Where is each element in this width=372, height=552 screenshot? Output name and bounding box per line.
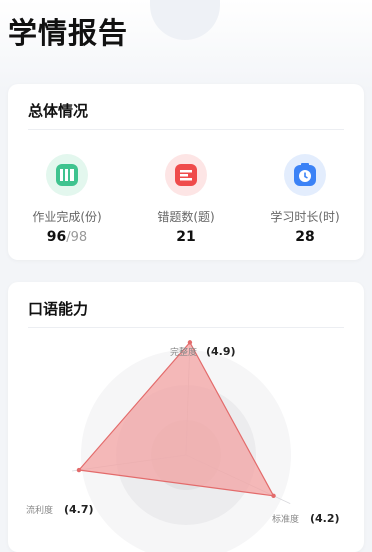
study-time-value: 28 — [295, 229, 315, 245]
radar-point — [271, 493, 276, 499]
dimension-score-completeness: (4.9) — [206, 345, 236, 358]
overview-title: 总体情况 — [28, 102, 89, 120]
radar-point — [76, 467, 82, 473]
radar-point — [187, 340, 193, 345]
timer-icon — [284, 154, 326, 196]
overview-card: 总体情况 作业完成(份) 96/98 错题数(题) 21 学习时长(时) 28 — [8, 84, 364, 260]
wrong-questions-stat[interactable]: 错题数(题) 21 — [127, 154, 245, 245]
dimension-label-completeness: 完整度 — [170, 346, 197, 358]
books-icon — [46, 154, 88, 196]
wrong-note-icon — [165, 154, 207, 196]
study-time-stat[interactable]: 学习时长(时) 28 — [246, 154, 364, 245]
study-time-label: 学习时长(时) — [270, 210, 340, 224]
homework-total: /98 — [66, 230, 88, 245]
homework-stat[interactable]: 作业完成(份) 96/98 — [8, 154, 126, 245]
dimension-label-fluency: 流利度 — [26, 504, 53, 516]
homework-label: 作业完成(份) — [32, 210, 102, 224]
page-title: 学情报告 — [8, 16, 129, 50]
overview-divider — [28, 129, 344, 130]
speaking-radar-chart: 完整度 (4.9) 标准度 (4.2) 流利度 (4.7) — [26, 340, 340, 552]
wrong-questions-value: 21 — [176, 229, 196, 245]
dimension-score-fluency: (4.7) — [64, 503, 94, 516]
homework-value: 96/98 — [46, 229, 88, 245]
speaking-card: 口语能力 完整度 (4.9) 标准度 (4.2) 流利度 (4.7) — [8, 282, 364, 552]
wrong-questions-label: 错题数(题) — [157, 210, 215, 224]
dimension-label-accuracy: 标准度 — [272, 513, 299, 525]
dimension-score-accuracy: (4.2) — [310, 512, 340, 525]
